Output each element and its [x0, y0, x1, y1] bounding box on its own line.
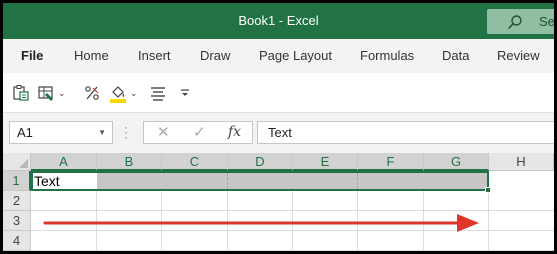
formula-input[interactable]: Text: [257, 121, 554, 144]
cell-divider: [227, 173, 228, 189]
tab-data[interactable]: Data: [442, 39, 469, 73]
format-painter-icon: [38, 86, 53, 101]
tab-file[interactable]: File: [21, 39, 43, 73]
selection-range[interactable]: [31, 171, 489, 191]
column-header-d[interactable]: D: [228, 153, 293, 171]
row-header-1[interactable]: 1: [3, 171, 31, 191]
row-header-3[interactable]: 3: [3, 211, 31, 231]
tab-home[interactable]: Home: [74, 39, 109, 73]
search-icon: [507, 15, 522, 30]
formula-buttons: ✕ ✓ fx: [143, 121, 253, 144]
customize-dropdown-icon: [181, 89, 189, 96]
cancel-icon[interactable]: ✕: [157, 122, 170, 143]
column-header-a[interactable]: A: [31, 153, 97, 171]
cell-divider: [357, 173, 358, 189]
column-header-g[interactable]: G: [424, 153, 489, 171]
search-label: Se: [539, 14, 554, 29]
arrow-right-icon: [43, 214, 479, 232]
tab-insert[interactable]: Insert: [138, 39, 171, 73]
chevron-down-icon: ⌄: [58, 87, 66, 98]
paste-special-button[interactable]: [12, 82, 30, 104]
cell-a1-text: Text: [34, 173, 60, 189]
resize-handle-icon[interactable]: · · ·: [124, 121, 128, 143]
fill-color-button[interactable]: ⌄: [109, 82, 138, 104]
row-header-2[interactable]: 2: [3, 191, 31, 211]
tab-page-layout[interactable]: Page Layout: [259, 39, 332, 73]
column-header-h[interactable]: H: [489, 153, 554, 171]
align-button[interactable]: [149, 82, 167, 104]
align-icon: [151, 87, 165, 101]
column-header-e[interactable]: E: [293, 153, 358, 171]
percent-style-icon: [85, 86, 99, 100]
select-all-button[interactable]: [3, 153, 31, 171]
enter-icon[interactable]: ✓: [193, 122, 206, 143]
chevron-down-icon: ⌄: [130, 87, 138, 98]
excel-window: Book1 - Excel Se File Home Insert Draw P…: [3, 3, 554, 251]
quick-toolbar: ⌄ ⌄: [3, 73, 554, 113]
name-box[interactable]: A1 ▼: [9, 121, 113, 144]
row-header-4[interactable]: 4: [3, 231, 31, 251]
insert-function-button[interactable]: fx: [228, 122, 241, 143]
tab-draw[interactable]: Draw: [200, 39, 230, 73]
column-header-b[interactable]: B: [97, 153, 162, 171]
percent-style-button[interactable]: [83, 82, 101, 104]
format-painter-button[interactable]: ⌄: [37, 82, 66, 104]
worksheet-grid: A B C D E F G H 1 2 3 4 Text: [3, 153, 554, 251]
search-box[interactable]: Se: [487, 9, 554, 34]
title-bar: Book1 - Excel Se: [3, 3, 554, 39]
column-header-c[interactable]: C: [162, 153, 228, 171]
fill-handle[interactable]: [485, 187, 491, 193]
formula-bar: A1 ▼ · · · ✕ ✓ fx Text: [3, 113, 554, 153]
paste-special-icon: [13, 85, 29, 101]
window-title: Book1 - Excel: [238, 13, 319, 28]
fill-color-icon: [110, 86, 126, 103]
name-box-value: A1: [17, 125, 33, 140]
ribbon-tabs: File Home Insert Draw Page Layout Formul…: [3, 39, 554, 73]
tab-review[interactable]: Review: [497, 39, 540, 73]
select-all-icon: [19, 159, 28, 168]
customize-toolbar-button[interactable]: [180, 82, 190, 104]
tab-formulas[interactable]: Formulas: [360, 39, 414, 73]
chevron-down-icon: ▼: [98, 128, 106, 137]
column-header-f[interactable]: F: [358, 153, 424, 171]
